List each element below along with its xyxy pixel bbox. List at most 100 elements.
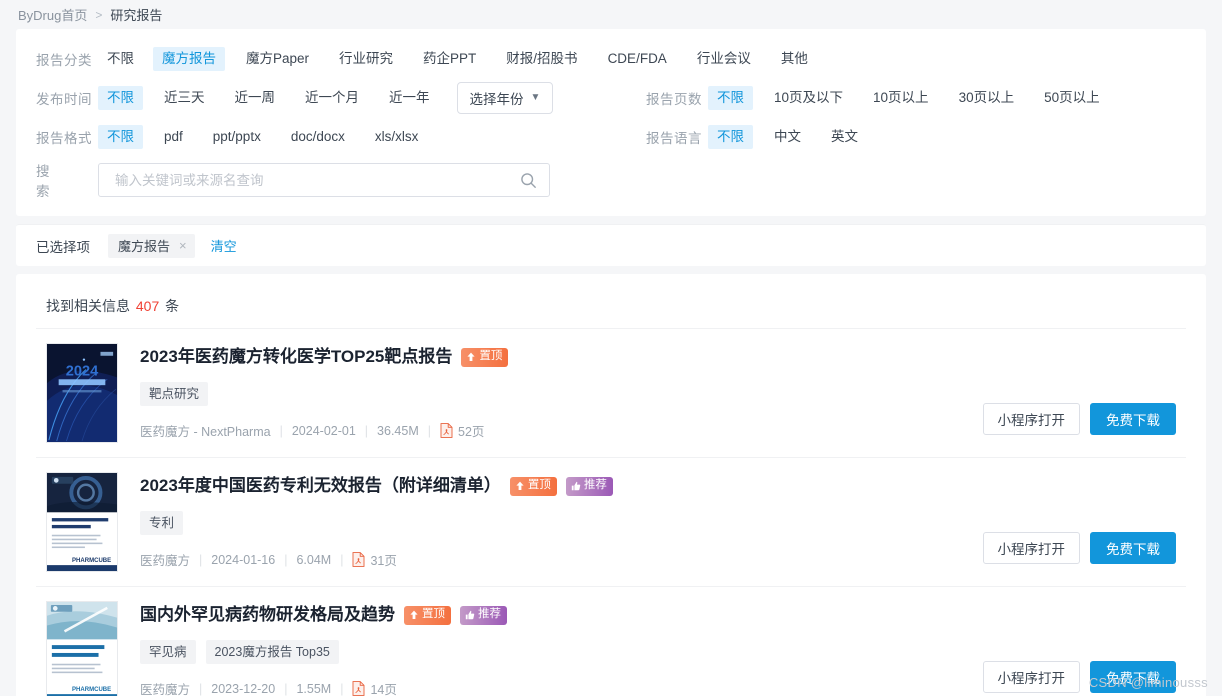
report-thumbnail[interactable]: PHARMCUBE: [46, 601, 118, 696]
status-badge-recommend: 推荐: [460, 605, 507, 625]
free-download-button[interactable]: 免费下载: [1090, 532, 1176, 564]
search-input[interactable]: [113, 171, 520, 189]
result-tag[interactable]: 2023魔方报告 Top35: [205, 640, 339, 664]
filter-label-language: 报告语言: [646, 130, 702, 146]
result-date: 2024-02-01: [291, 423, 356, 438]
filter-options-language: 不限 中文 英文: [708, 124, 879, 149]
result-count-number: 407: [135, 298, 160, 314]
result-source: 医药魔方: [140, 554, 191, 568]
report-thumbnail[interactable]: PHARMCUBE: [46, 472, 118, 572]
result-count: 找到相关信息 407 条: [36, 274, 1186, 328]
filter-row-format-language: 报告格式 不限 pdf ppt/pptx doc/docx xls/xlsx 报…: [16, 117, 1206, 156]
meta-divider: |: [199, 552, 203, 567]
result-item: PHARMCUBE 2023年度中国医药专利无效报告（附详细清单） 置顶 推荐: [36, 457, 1186, 586]
result-title-line: 2023年医药魔方转化医学TOP25靶点报告 置顶: [140, 345, 1176, 369]
filter-option-format-2[interactable]: ppt/pptx: [204, 125, 270, 149]
result-count-suffix: 条: [165, 298, 180, 314]
result-source: 医药魔方 - NextPharma: [140, 425, 271, 439]
miniapp-open-button[interactable]: 小程序打开: [982, 403, 1080, 435]
result-title[interactable]: 2023年医药魔方转化医学TOP25靶点报告: [140, 345, 452, 369]
selected-chip-0[interactable]: 魔方报告 ×: [108, 233, 195, 258]
filter-group-pages: 报告页数 不限 10页及以下 10页以上 30页以上 50页以上: [646, 78, 1121, 117]
filter-option-time-2[interactable]: 近一周: [226, 86, 285, 110]
filter-option-category-1[interactable]: 魔方报告: [153, 46, 225, 71]
result-actions: 小程序打开 免费下载: [982, 532, 1176, 564]
breadcrumb-home[interactable]: ByDrug首页: [18, 5, 87, 24]
svg-text:2024: 2024: [66, 363, 99, 379]
meta-divider: |: [199, 681, 203, 696]
search-box[interactable]: [98, 163, 550, 197]
filter-option-category-4[interactable]: 药企PPT: [414, 47, 485, 71]
miniapp-open-button[interactable]: 小程序打开: [982, 532, 1080, 564]
filter-option-pages-1[interactable]: 10页及以下: [765, 86, 852, 110]
filter-label-format: 报告格式: [36, 130, 92, 146]
filter-options-format: 不限 pdf ppt/pptx doc/docx xls/xlsx: [98, 124, 439, 149]
filter-option-category-2[interactable]: 魔方Paper: [237, 47, 318, 71]
cover-image-dark-blue: 2024: [47, 344, 117, 442]
filter-option-category-6[interactable]: CDE/FDA: [599, 47, 676, 71]
result-pages-wrap: 31页: [352, 550, 397, 569]
result-title[interactable]: 国内外罕见病药物研发格局及趋势: [140, 603, 395, 627]
result-tag[interactable]: 罕见病: [140, 640, 196, 664]
result-size: 1.55M: [296, 681, 332, 696]
thumbs-up-icon: [465, 610, 475, 620]
filter-options-category: 不限 魔方报告 魔方Paper 行业研究 药企PPT 财报/招股书 CDE/FD…: [98, 46, 829, 71]
result-size: 6.04M: [296, 552, 332, 567]
svg-text:PHARMCUBE: PHARMCUBE: [72, 558, 111, 564]
filter-group-category: 报告分类 不限 魔方报告 魔方Paper 行业研究 药企PPT 财报/招股书 C…: [36, 39, 829, 78]
filter-row-time-pages: 发布时间 不限 近三天 近一周 近一个月 近一年 选择年份 ▼ 报告页数 不限 …: [16, 78, 1206, 117]
miniapp-open-button[interactable]: 小程序打开: [982, 661, 1080, 693]
clear-filters-link[interactable]: 清空: [211, 236, 237, 255]
result-tag[interactable]: 专利: [140, 511, 184, 535]
results-panel: 找到相关信息 407 条 2024 2023年医药魔方转化医学TOP25靶点报告…: [16, 274, 1206, 696]
filter-option-language-1[interactable]: 中文: [765, 125, 810, 149]
filter-option-language-2[interactable]: 英文: [822, 125, 867, 149]
breadcrumb-separator: >: [95, 7, 103, 22]
badge-recommend-label: 推荐: [478, 608, 501, 621]
free-download-button[interactable]: 免费下载: [1090, 403, 1176, 435]
badge-pin-label: 置顶: [422, 608, 445, 621]
filter-option-format-3[interactable]: doc/docx: [282, 125, 354, 149]
filter-option-pages-4[interactable]: 50页以上: [1035, 86, 1109, 110]
filter-option-category-0[interactable]: 不限: [98, 47, 143, 71]
close-icon[interactable]: ×: [179, 239, 187, 252]
breadcrumb: ByDrug首页 > 研究报告: [0, 0, 1222, 29]
filter-option-pages-2[interactable]: 10页以上: [864, 86, 938, 110]
filter-option-format-1[interactable]: pdf: [155, 125, 192, 149]
filter-option-time-3[interactable]: 近一个月: [296, 86, 368, 110]
badge-pin-label: 置顶: [527, 479, 551, 492]
pdf-icon: [440, 423, 453, 438]
filter-option-pages-3[interactable]: 30页以上: [950, 86, 1024, 110]
result-tag[interactable]: 靶点研究: [140, 382, 209, 406]
meta-divider: |: [427, 423, 431, 438]
filter-option-time-4[interactable]: 近一年: [380, 86, 439, 110]
status-badge-pin: 置顶: [461, 347, 509, 367]
result-size: 36.45M: [377, 423, 419, 438]
badge-pin-label: 置顶: [479, 350, 503, 363]
report-thumbnail[interactable]: 2024: [46, 343, 118, 443]
filter-option-time-0[interactable]: 不限: [98, 85, 143, 110]
result-pages: 31页: [370, 554, 397, 568]
filter-option-category-7[interactable]: 行业会议: [688, 47, 760, 71]
result-title[interactable]: 2023年度中国医药专利无效报告（附详细清单）: [140, 474, 501, 498]
meta-divider: |: [284, 681, 288, 696]
pin-arrow-up-icon: [410, 610, 418, 619]
result-item: 2024 2023年医药魔方转化医学TOP25靶点报告 置顶 靶点研究 医药魔方…: [36, 328, 1186, 457]
filter-option-format-4[interactable]: xls/xlsx: [366, 125, 428, 149]
filter-option-pages-0[interactable]: 不限: [708, 85, 753, 110]
filter-option-time-1[interactable]: 近三天: [155, 86, 214, 110]
filter-row-search: 搜 索: [16, 156, 1206, 212]
year-select-dropdown[interactable]: 选择年份 ▼: [456, 81, 554, 114]
result-date: 2024-01-16: [211, 552, 276, 567]
filter-option-language-0[interactable]: 不限: [708, 124, 753, 149]
pin-arrow-up-icon: [467, 352, 475, 361]
result-pages-wrap: 52页: [440, 421, 484, 440]
filter-option-category-3[interactable]: 行业研究: [330, 47, 402, 71]
search-icon[interactable]: [520, 172, 537, 189]
result-pages: 52页: [458, 425, 485, 439]
filter-option-category-5[interactable]: 财报/招股书: [497, 47, 586, 71]
filter-label-search: 搜 索: [36, 164, 64, 199]
meta-divider: |: [284, 552, 288, 567]
filter-option-category-8[interactable]: 其他: [772, 47, 817, 71]
filter-option-format-0[interactable]: 不限: [98, 124, 143, 149]
